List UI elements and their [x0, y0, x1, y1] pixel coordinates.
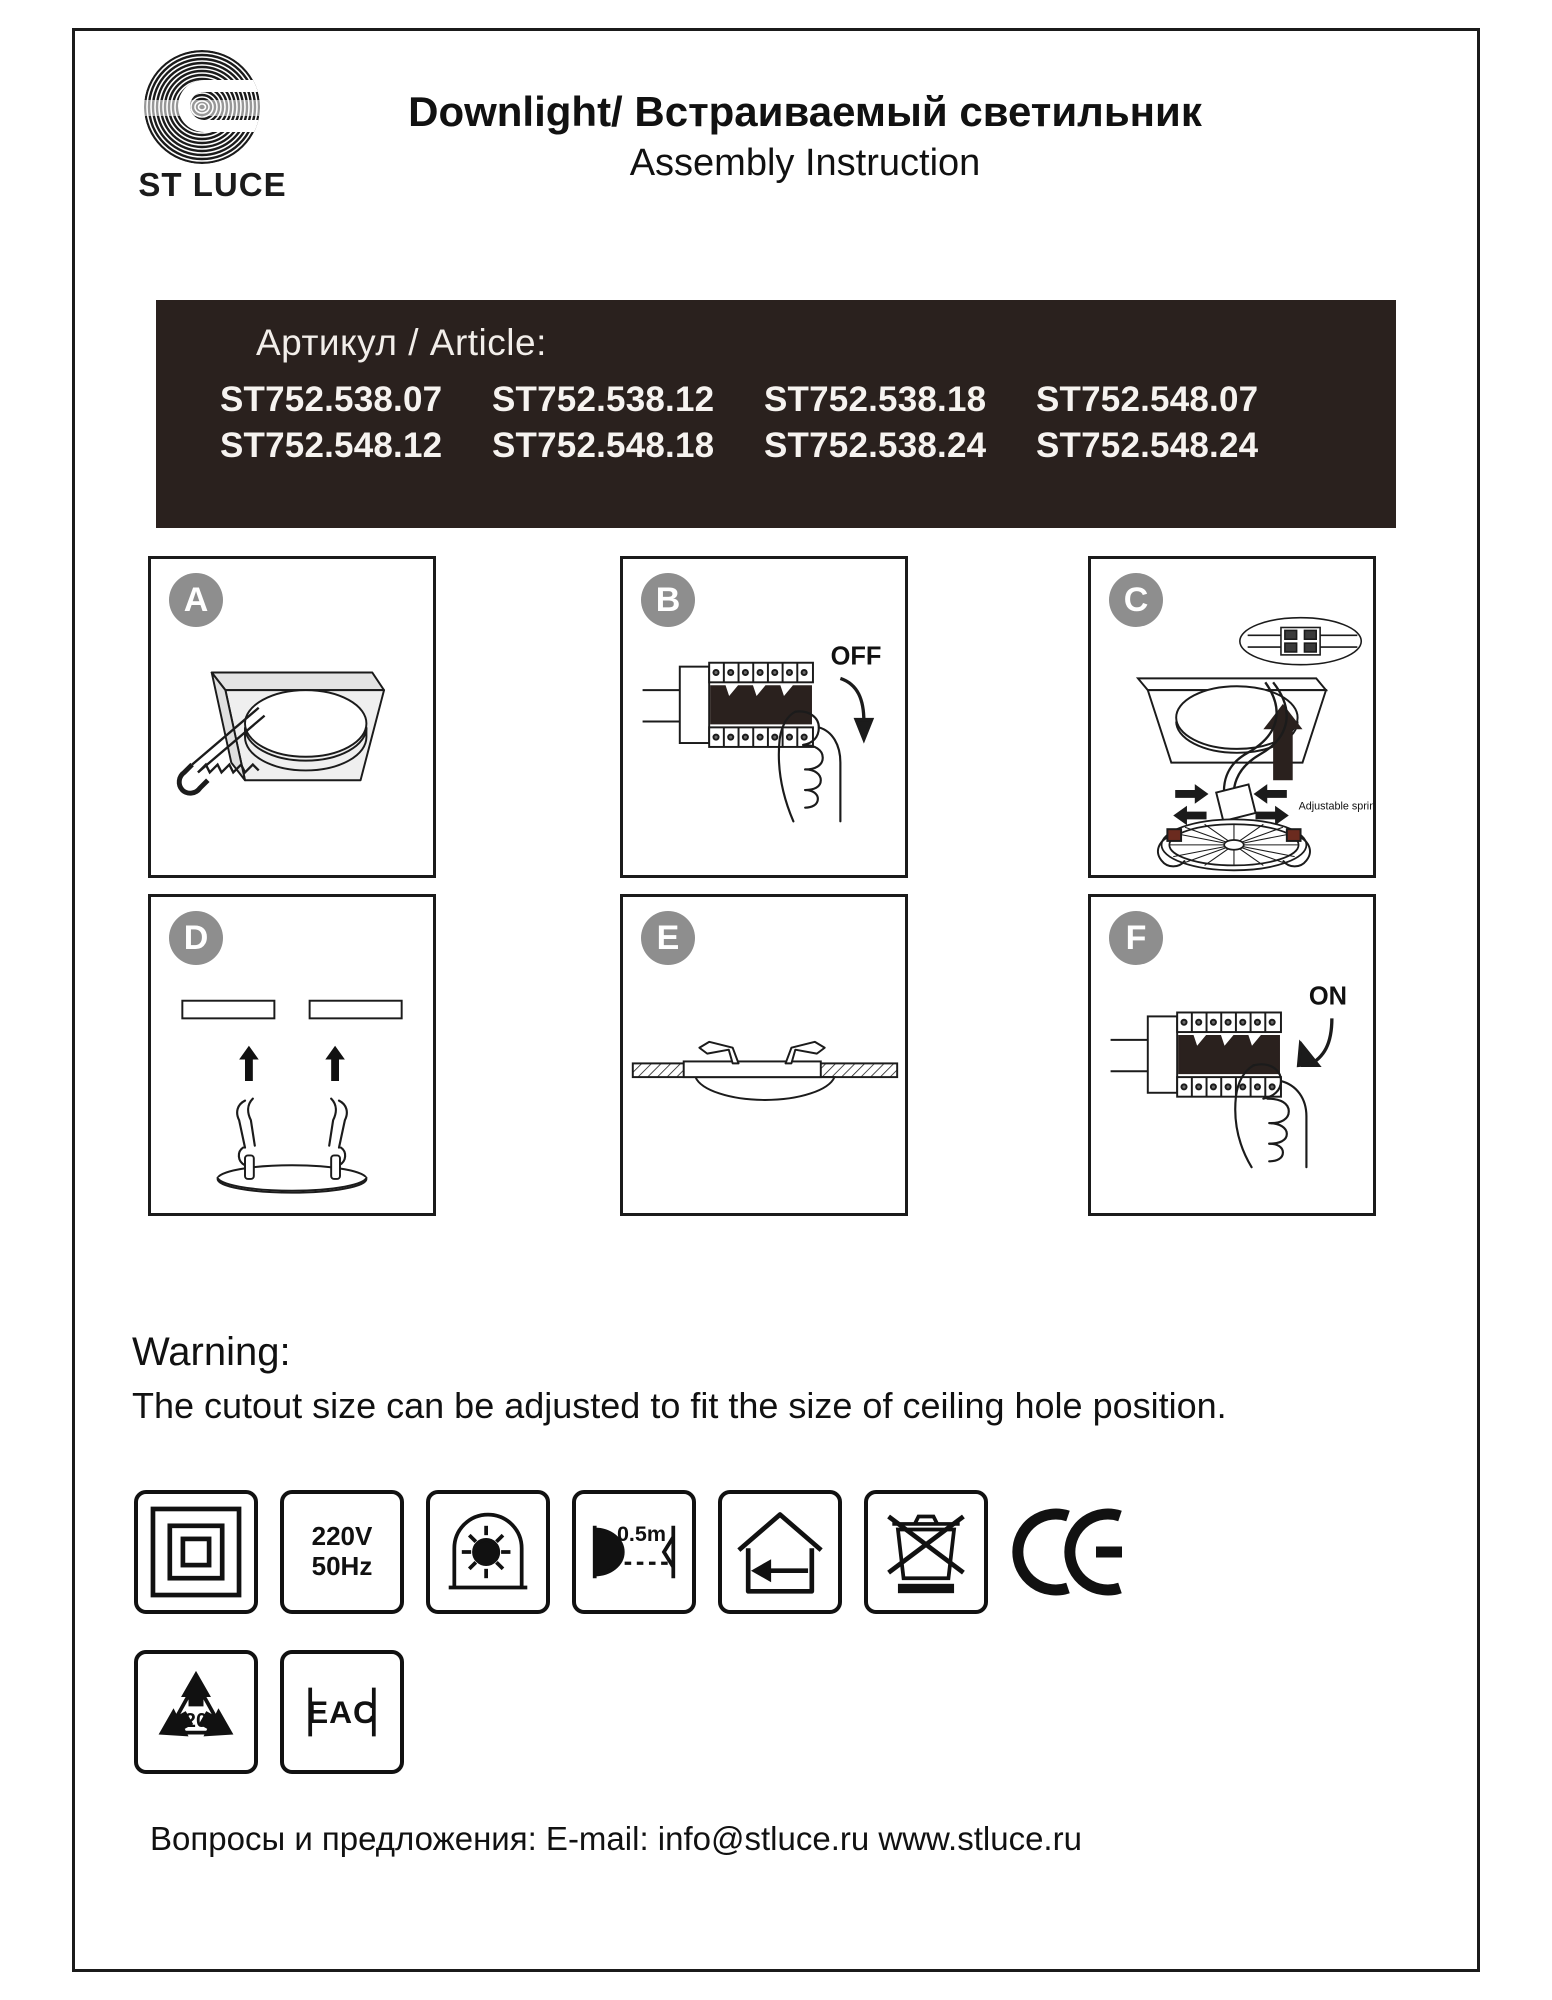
- breaker-switch-on-hand-icon: ON: [1091, 953, 1373, 1211]
- article-row: ST752.538.07 ST752.538.12 ST752.538.18 S…: [220, 380, 1396, 420]
- warning-title: Warning:: [132, 1330, 291, 1374]
- indoor-use-icon: [718, 1490, 842, 1614]
- ceiling-cutout-saw-icon: [151, 615, 433, 873]
- instruction-sheet: ST LUCE Downlight/ Встраиваемый светильн…: [0, 0, 1552, 2000]
- article-number: ST752.548.24: [1036, 426, 1259, 465]
- warning-body: The cutout size can be adjusted to fit t…: [132, 1385, 1227, 1426]
- off-label: OFF: [831, 643, 882, 671]
- footer-contact: Вопросы и предложения: E-mail: info@stlu…: [150, 1820, 1082, 1857]
- article-number: ST752.548.07: [1036, 380, 1259, 419]
- article-number: ST752.538.18: [764, 380, 987, 419]
- step-panel-d: D: [148, 894, 436, 1216]
- minimum-distance-value: 0.5m: [617, 1522, 666, 1546]
- insert-fixture-wiring-icon: Adjustable spring: [1091, 615, 1373, 873]
- recycle-code: 20: [185, 1709, 208, 1732]
- symbol-row-secondary: 20 EAC: [134, 1650, 404, 1774]
- brand-logo: ST LUCE: [130, 48, 286, 223]
- step-panel-a: A: [148, 556, 436, 878]
- frequency-value: 50Hz: [311, 1551, 373, 1581]
- eac-mark-icon: EAC: [280, 1650, 404, 1774]
- article-number: ST752.538.07: [220, 380, 443, 419]
- recessed-luminaire-icon: [134, 1490, 258, 1614]
- voltage-frequency-icon: 220V 50Hz: [280, 1490, 404, 1614]
- article-banner: Артикул / Article: ST752.538.07 ST752.53…: [156, 300, 1396, 528]
- step-panel-b: B OFF: [620, 556, 908, 878]
- stluce-spiral-logo-icon: [142, 48, 262, 166]
- fixture-seated-in-ceiling-icon: [623, 953, 905, 1211]
- weee-crossed-bin-icon: [864, 1490, 988, 1614]
- article-row: ST752.548.12 ST752.548.18 ST752.538.24 S…: [220, 426, 1396, 466]
- header: ST LUCE Downlight/ Встраиваемый светильн…: [130, 48, 1330, 218]
- step-panels: A B OFF C Adjustable spring D E F ON: [148, 556, 1398, 1216]
- article-number: ST752.548.12: [220, 426, 443, 465]
- on-label: ON: [1309, 983, 1347, 1011]
- voltage-value: 220V: [311, 1521, 373, 1552]
- minimum-distance-icon: 0.5m: [572, 1490, 696, 1614]
- springs-up-to-ceiling-icon: [151, 953, 433, 1211]
- lamp-shield-icon: [426, 1490, 550, 1614]
- voltage-frequency-text: 220V 50Hz: [311, 1521, 373, 1582]
- warning-block: Warning: The cutout size can be adjusted…: [132, 1330, 1432, 1427]
- page-subtitle: Assembly Instruction: [629, 142, 981, 185]
- step-panel-c: C Adjustable spring: [1088, 556, 1376, 878]
- article-number: ST752.538.24: [764, 426, 987, 465]
- symbol-row-primary: 220V 50Hz 0.5m: [134, 1490, 1134, 1614]
- article-number: ST752.538.12: [492, 380, 715, 419]
- adjustable-spring-label: Adjustable spring: [1299, 801, 1373, 813]
- article-number: ST752.548.18: [492, 426, 715, 465]
- recycle-icon: 20: [134, 1650, 258, 1774]
- ce-mark-icon: [1010, 1490, 1134, 1614]
- document-title: Downlight/ Встраиваемый светильник Assem…: [290, 88, 1320, 188]
- step-panel-f: F ON: [1088, 894, 1376, 1216]
- step-panel-e: E: [620, 894, 908, 1216]
- eac-text: EAC: [307, 1694, 377, 1730]
- breaker-switch-off-hand-icon: OFF: [623, 615, 905, 873]
- brand-name: ST LUCE: [138, 166, 287, 203]
- article-number-list: ST752.538.07 ST752.538.12 ST752.538.18 S…: [220, 380, 1396, 466]
- page-title: Downlight/ Встраиваемый светильник: [408, 88, 1202, 135]
- article-label: Артикул / Article:: [256, 322, 547, 363]
